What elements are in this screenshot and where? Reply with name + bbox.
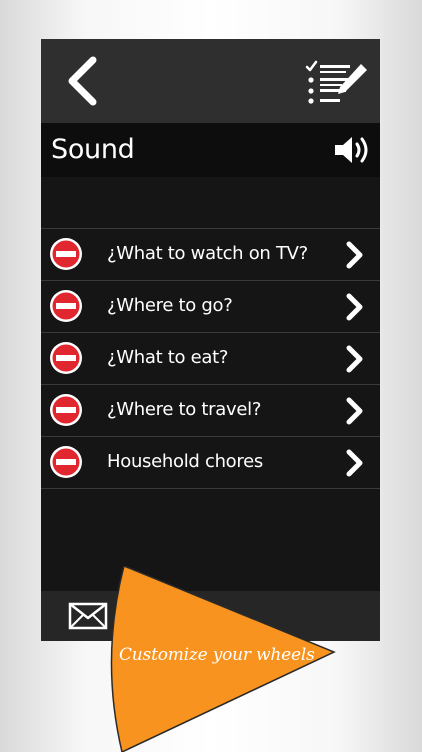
chevron-right-icon bbox=[346, 241, 363, 269]
chevron-right-icon bbox=[346, 449, 363, 477]
chevron-right-icon bbox=[346, 345, 363, 373]
chevron-right-icon bbox=[346, 293, 363, 321]
delete-icon[interactable] bbox=[49, 237, 83, 271]
list-item-label: ¿Where to travel? bbox=[107, 399, 262, 420]
edit-list-icon[interactable] bbox=[303, 59, 369, 107]
list-item[interactable]: ¿What to eat? bbox=[41, 332, 380, 384]
app-screen: Sound ¿What to watch on TV? ¿Where to go… bbox=[41, 39, 380, 641]
list-item-label: ¿What to watch on TV? bbox=[107, 243, 308, 264]
list-item[interactable]: ¿What to watch on TV? bbox=[41, 228, 380, 280]
sound-label: Sound bbox=[51, 134, 135, 165]
sound-toggle-row: Sound bbox=[41, 123, 380, 177]
list-item[interactable]: ¿Where to travel? bbox=[41, 384, 380, 436]
top-bar bbox=[41, 39, 380, 123]
delete-icon[interactable] bbox=[49, 341, 83, 375]
speaker-icon[interactable] bbox=[333, 134, 373, 166]
list-item[interactable]: ¿Where to go? bbox=[41, 280, 380, 332]
list-item[interactable]: Household chores bbox=[41, 436, 380, 489]
delete-icon[interactable] bbox=[49, 393, 83, 427]
list-item-label: Household chores bbox=[107, 451, 263, 472]
envelope-icon[interactable] bbox=[68, 602, 108, 630]
customize-wheels-label[interactable]: Customize your wheels bbox=[119, 644, 315, 666]
delete-icon[interactable] bbox=[49, 289, 83, 323]
wheel-list: ¿What to watch on TV? ¿Where to go? ¿Wha bbox=[41, 228, 380, 489]
chevron-right-icon bbox=[346, 397, 363, 425]
back-icon[interactable] bbox=[63, 55, 103, 107]
list-item-label: ¿What to eat? bbox=[107, 347, 229, 368]
list-item-label: ¿Where to go? bbox=[107, 295, 233, 316]
delete-icon[interactable] bbox=[49, 445, 83, 479]
